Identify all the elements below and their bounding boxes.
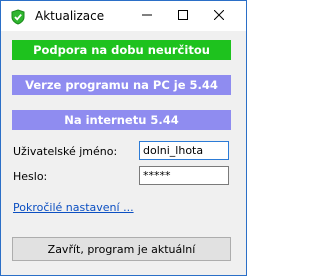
password-label: Heslo: — [13, 170, 48, 183]
username-input[interactable]: dolni_lhota — [139, 141, 229, 160]
window-title: Aktualizace — [35, 9, 105, 23]
update-dialog: Aktualizace Podpora na dobu neurčitou Ve… — [0, 0, 247, 276]
title-bar[interactable]: Aktualizace — [1, 1, 246, 31]
close-window-button[interactable] — [201, 1, 237, 31]
close-up-to-date-button[interactable]: Zavřít, program je aktuální — [12, 237, 231, 261]
minimize-icon — [142, 10, 152, 23]
online-version-banner: Na internetu 5.44 — [12, 110, 231, 130]
minimize-button[interactable] — [129, 1, 165, 31]
password-input[interactable]: ***** — [139, 166, 229, 185]
check-shield-icon — [10, 9, 26, 25]
username-label: Uživatelské jméno: — [13, 145, 118, 158]
close-icon — [213, 9, 225, 23]
maximize-button[interactable] — [165, 1, 201, 31]
support-status-banner: Podpora na dobu neurčitou — [12, 40, 231, 60]
local-version-banner: Verze programu na PC je 5.44 — [12, 75, 231, 95]
maximize-icon — [178, 9, 188, 23]
advanced-settings-link[interactable]: Pokročilé nastavení ... — [13, 201, 134, 214]
